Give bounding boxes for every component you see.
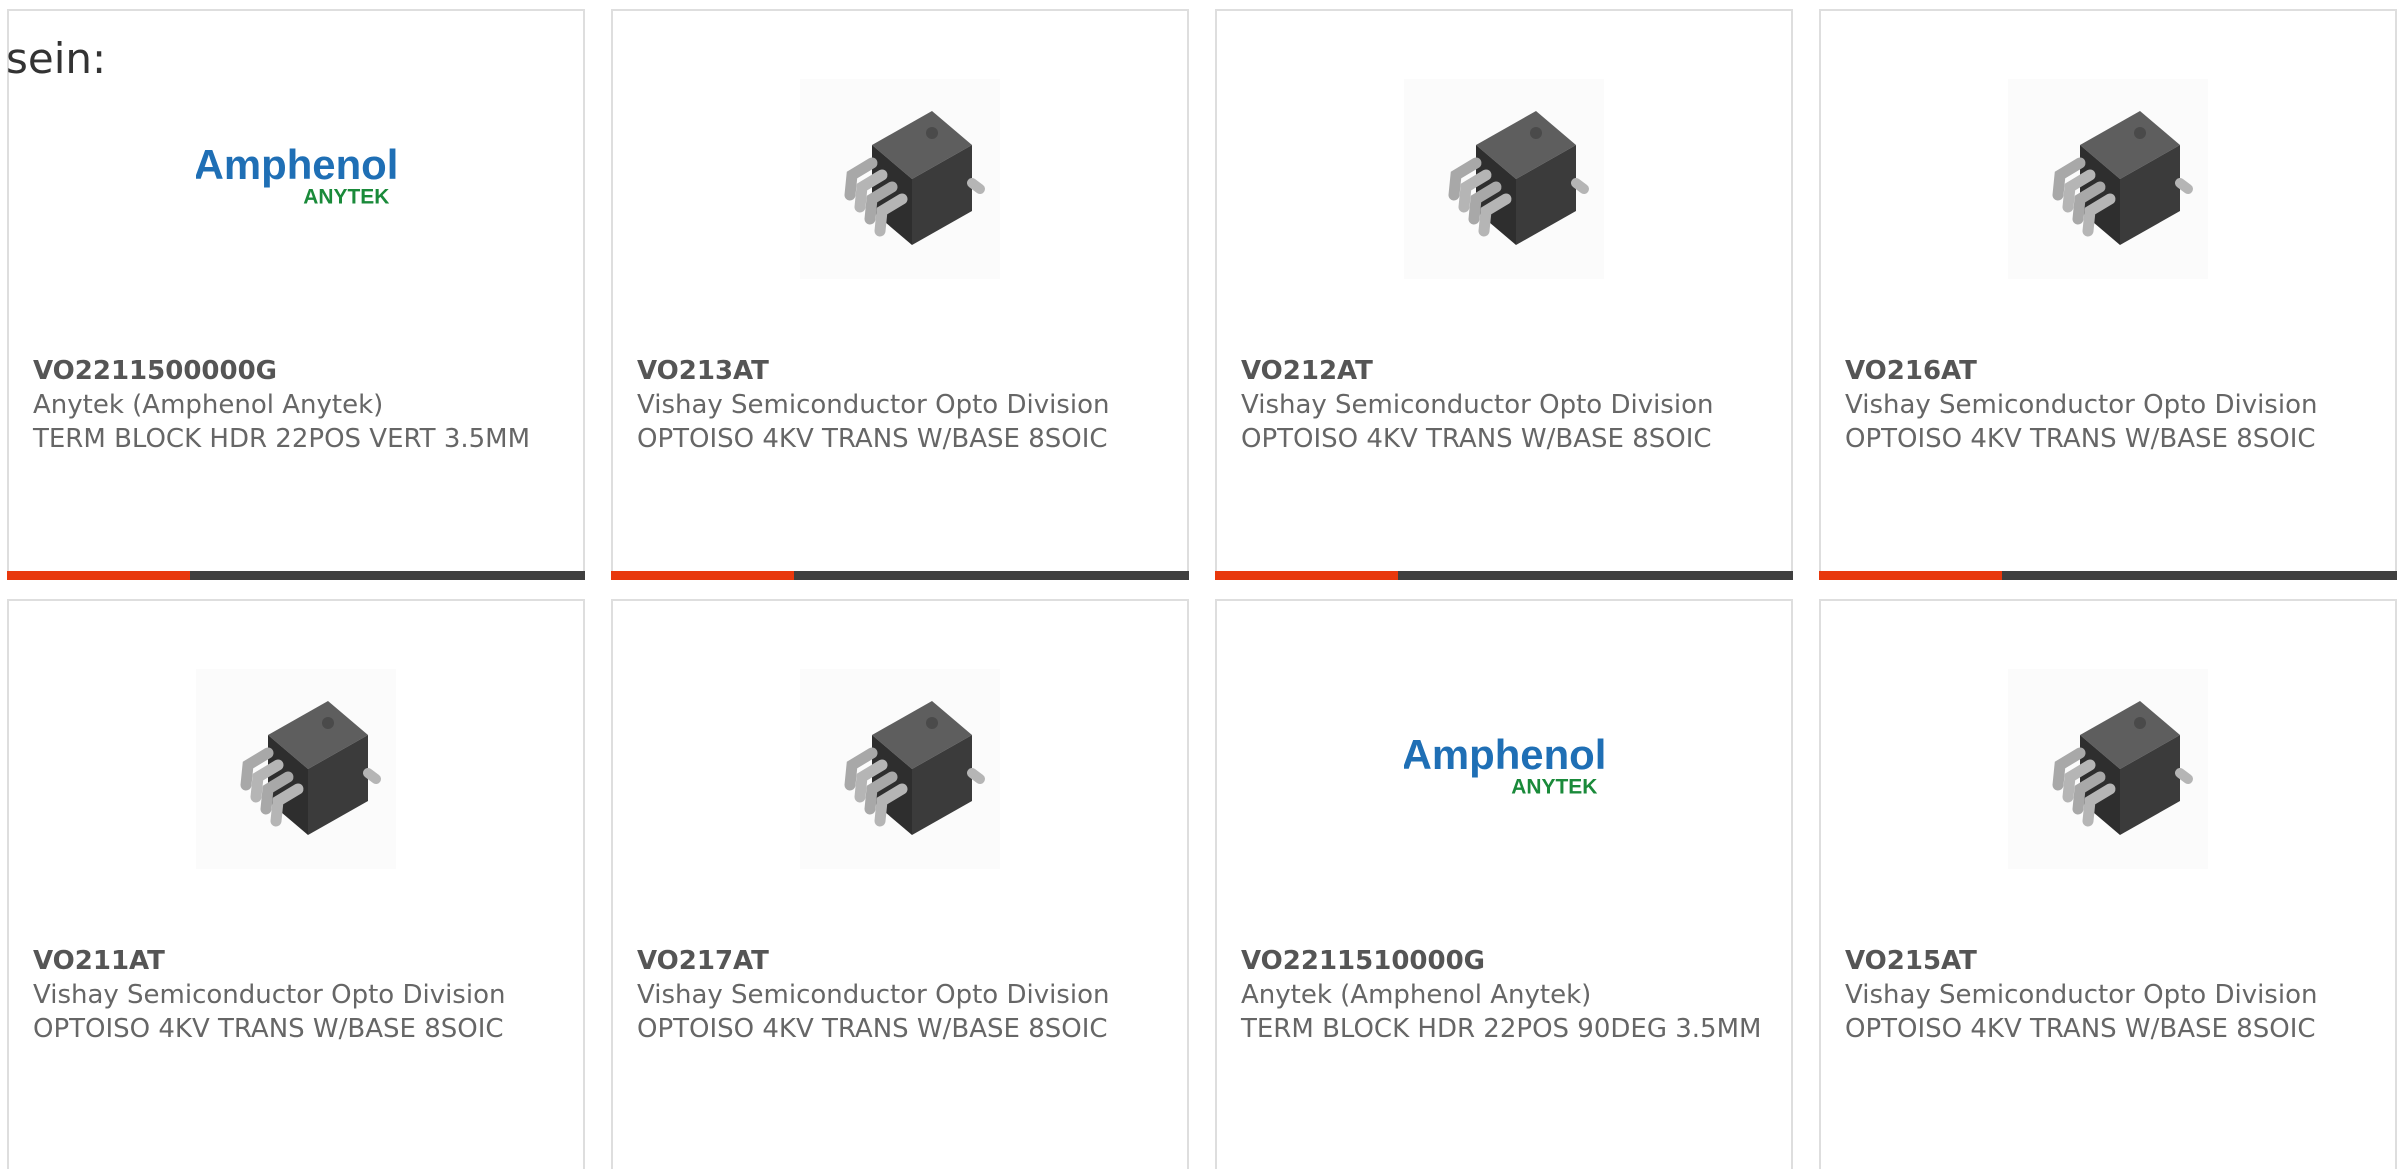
- card-bar-accent: [7, 571, 190, 580]
- product-card[interactable]: VO215AT Vishay Semiconductor Opto Divisi…: [1819, 599, 2397, 1169]
- product-info: VO217AT Vishay Semiconductor Opto Divisi…: [637, 944, 1167, 1046]
- description: OPTOISO 4KV TRANS W/BASE 8SOIC: [1241, 424, 1712, 454]
- svg-text:ANYTEK: ANYTEK: [303, 186, 389, 209]
- product-info: VO215AT Vishay Semiconductor Opto Divisi…: [1845, 944, 2375, 1046]
- card-bar-accent: [611, 571, 794, 580]
- part-number[interactable]: VO2211500000G: [33, 354, 563, 388]
- product-card[interactable]: Amphenol ANYTEK VO2211510000G Anytek (Am…: [1215, 599, 1793, 1169]
- amphenol-anytek-logo: Amphenol ANYTEK: [1404, 669, 1604, 869]
- product-info: VO2211510000G Anytek (Amphenol Anytek) T…: [1241, 944, 1771, 1046]
- manufacturer: Vishay Semiconductor Opto Division: [1845, 980, 2318, 1010]
- card-bottom-bar: [7, 571, 585, 580]
- manufacturer: Vishay Semiconductor Opto Division: [637, 390, 1110, 420]
- amphenol-anytek-logo: Amphenol ANYTEK: [196, 79, 396, 279]
- lead-text: sein:: [6, 34, 107, 83]
- part-number[interactable]: VO213AT: [637, 354, 1167, 388]
- product-info: VO213AT Vishay Semiconductor Opto Divisi…: [637, 354, 1167, 456]
- part-number[interactable]: VO211AT: [33, 944, 563, 978]
- product-card[interactable]: VO217AT Vishay Semiconductor Opto Divisi…: [611, 599, 1189, 1169]
- manufacturer: Vishay Semiconductor Opto Division: [637, 980, 1110, 1010]
- product-card[interactable]: VO213AT Vishay Semiconductor Opto Divisi…: [611, 9, 1189, 580]
- description: OPTOISO 4KV TRANS W/BASE 8SOIC: [1845, 424, 2316, 454]
- manufacturer: Vishay Semiconductor Opto Division: [1241, 390, 1714, 420]
- soic-8-chip-icon: [800, 669, 1000, 869]
- part-number[interactable]: VO2211510000G: [1241, 944, 1771, 978]
- card-bottom-bar: [1215, 571, 1793, 580]
- manufacturer: Vishay Semiconductor Opto Division: [33, 980, 506, 1010]
- part-number[interactable]: VO216AT: [1845, 354, 2375, 388]
- manufacturer: Anytek (Amphenol Anytek): [33, 390, 384, 420]
- part-number[interactable]: VO215AT: [1845, 944, 2375, 978]
- product-card[interactable]: VO211AT Vishay Semiconductor Opto Divisi…: [7, 599, 585, 1169]
- card-bottom-bar: [611, 571, 1189, 580]
- soic-8-chip-icon: [800, 79, 1000, 279]
- soic-8-chip-icon: [2008, 669, 2208, 869]
- product-info: VO216AT Vishay Semiconductor Opto Divisi…: [1845, 354, 2375, 456]
- description: TERM BLOCK HDR 22POS 90DEG 3.5MM: [1241, 1014, 1762, 1044]
- part-number[interactable]: VO217AT: [637, 944, 1167, 978]
- product-card[interactable]: VO212AT Vishay Semiconductor Opto Divisi…: [1215, 9, 1793, 580]
- part-number[interactable]: VO212AT: [1241, 354, 1771, 388]
- soic-8-chip-icon: [196, 669, 396, 869]
- soic-8-chip-icon: [1404, 79, 1604, 279]
- product-info: VO2211500000G Anytek (Amphenol Anytek) T…: [33, 354, 563, 456]
- product-info: VO212AT Vishay Semiconductor Opto Divisi…: [1241, 354, 1771, 456]
- product-info: VO211AT Vishay Semiconductor Opto Divisi…: [33, 944, 563, 1046]
- product-card[interactable]: VO216AT Vishay Semiconductor Opto Divisi…: [1819, 9, 2397, 580]
- product-card[interactable]: Amphenol ANYTEK VO2211500000G Anytek (Am…: [7, 9, 585, 580]
- description: OPTOISO 4KV TRANS W/BASE 8SOIC: [33, 1014, 504, 1044]
- card-bar-accent: [1215, 571, 1398, 580]
- svg-text:Amphenol: Amphenol: [196, 141, 396, 188]
- manufacturer: Anytek (Amphenol Anytek): [1241, 980, 1592, 1010]
- svg-text:ANYTEK: ANYTEK: [1511, 776, 1597, 799]
- manufacturer: Vishay Semiconductor Opto Division: [1845, 390, 2318, 420]
- description: OPTOISO 4KV TRANS W/BASE 8SOIC: [637, 1014, 1108, 1044]
- card-bar-accent: [1819, 571, 2002, 580]
- card-bottom-bar: [1819, 571, 2397, 580]
- description: TERM BLOCK HDR 22POS VERT 3.5MM: [33, 424, 531, 454]
- description: OPTOISO 4KV TRANS W/BASE 8SOIC: [1845, 1014, 2316, 1044]
- description: OPTOISO 4KV TRANS W/BASE 8SOIC: [637, 424, 1108, 454]
- soic-8-chip-icon: [2008, 79, 2208, 279]
- svg-text:Amphenol: Amphenol: [1404, 731, 1604, 778]
